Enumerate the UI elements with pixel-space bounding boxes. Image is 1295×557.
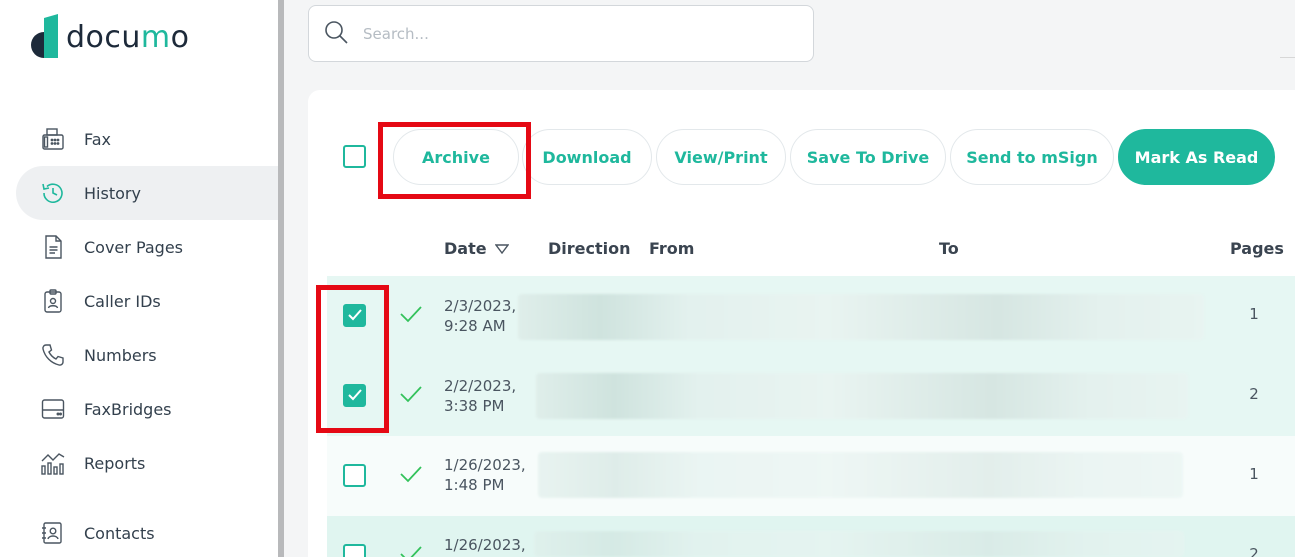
row-pages: 1	[1249, 305, 1259, 323]
redacted-row-content	[536, 373, 1188, 419]
column-header-pages: Pages	[1230, 239, 1284, 258]
sidebar-item-history[interactable]: History	[16, 166, 278, 220]
select-all-checkbox[interactable]	[343, 145, 366, 168]
row-pages: 1	[1249, 465, 1259, 483]
column-header-direction: Direction	[548, 239, 631, 258]
header-divider	[1280, 57, 1295, 58]
history-icon	[40, 180, 66, 206]
sidebar-item-fax[interactable]: Fax	[16, 112, 278, 166]
delivered-check-icon	[399, 384, 423, 408]
row-date: 1/26/2023, 1:48 PM	[444, 456, 526, 494]
sidebar-item-label: Numbers	[84, 345, 157, 365]
archive-highlight-box	[378, 122, 531, 199]
contacts-icon	[40, 520, 66, 546]
sidebar-item-label: Cover Pages	[84, 237, 184, 257]
download-button[interactable]: Download	[522, 129, 652, 185]
row-checkbox[interactable]	[343, 464, 366, 487]
row-checkbox[interactable]	[343, 544, 366, 557]
id-badge-icon	[40, 288, 66, 314]
column-header-to: To	[939, 239, 959, 258]
column-header-date[interactable]: Date	[444, 239, 509, 258]
sidebar-item-label: Fax	[84, 129, 112, 149]
sidebar-item-label: Caller IDs	[84, 291, 161, 311]
row-pages: 2	[1249, 545, 1259, 557]
sidebar-item-numbers[interactable]: Numbers	[16, 328, 278, 382]
documo-logo-mark-icon	[24, 14, 60, 60]
sidebar-item-contacts[interactable]: Contacts	[16, 506, 278, 557]
delivered-check-icon	[399, 544, 423, 557]
sidebar-nav: Fax History Cover Pages Caller IDs Numbe…	[16, 112, 278, 557]
delivered-check-icon	[399, 304, 423, 328]
search-box[interactable]	[308, 5, 814, 62]
fax-icon	[40, 126, 66, 152]
send-to-msign-button[interactable]: Send to mSign	[950, 129, 1114, 185]
row-date: 2/2/2023, 3:38 PM	[444, 377, 517, 415]
redacted-row-content	[534, 531, 1184, 557]
sidebar-item-label: History	[84, 183, 141, 203]
phone-icon	[40, 342, 66, 368]
search-input[interactable]	[363, 24, 783, 43]
checkbox-highlight-box	[316, 285, 389, 433]
sort-descending-icon	[494, 239, 509, 258]
mark-as-read-button[interactable]: Mark As Read	[1118, 129, 1275, 185]
column-header-from: From	[649, 239, 695, 258]
faxbridge-icon	[40, 396, 66, 422]
view-print-button[interactable]: View/Print	[656, 129, 786, 185]
redacted-row-content	[538, 452, 1183, 498]
sidebar-item-caller-ids[interactable]: Caller IDs	[16, 274, 278, 328]
document-icon	[40, 234, 66, 260]
documo-logo[interactable]: documo	[24, 14, 190, 60]
sidebar-item-faxbridges[interactable]: FaxBridges	[16, 382, 278, 436]
sidebar-item-label: FaxBridges	[84, 399, 172, 419]
sidebar-item-label: Reports	[84, 453, 146, 473]
save-to-drive-button[interactable]: Save To Drive	[790, 129, 946, 185]
sidebar: documo Fax History Cover Pages Caller ID…	[0, 0, 278, 557]
search-icon	[323, 19, 349, 49]
row-date: 1/26/2023,	[444, 536, 526, 554]
row-pages: 2	[1249, 385, 1259, 403]
sidebar-item-reports[interactable]: Reports	[16, 436, 278, 490]
row-date: 2/3/2023, 9:28 AM	[444, 297, 517, 335]
redacted-row-content	[518, 294, 1204, 340]
sidebar-item-cover-pages[interactable]: Cover Pages	[16, 220, 278, 274]
sidebar-item-label: Contacts	[84, 523, 155, 543]
sidebar-resize-handle[interactable]	[278, 0, 284, 557]
logo-text: documo	[66, 19, 190, 55]
chart-icon	[40, 450, 66, 476]
delivered-check-icon	[399, 464, 423, 488]
